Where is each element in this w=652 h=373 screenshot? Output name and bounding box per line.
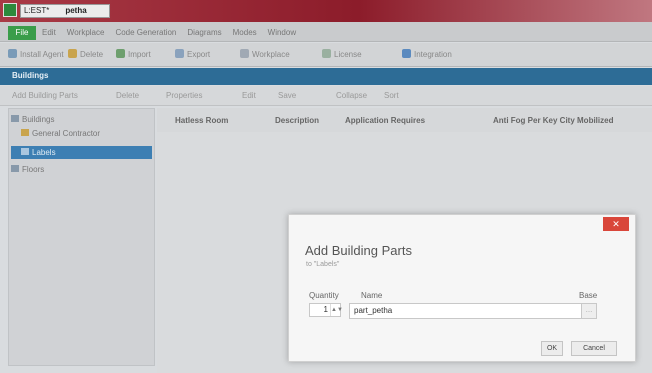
menu-item-modes[interactable]: Modes	[233, 28, 257, 37]
export-icon	[175, 49, 184, 58]
tb-label: License	[334, 50, 362, 59]
license-button[interactable]: License	[322, 48, 362, 62]
tb-label: Export	[187, 50, 211, 59]
tree-item-label: Buildings	[22, 115, 55, 124]
quantity-stepper[interactable]: 1 ▲▼	[309, 303, 343, 317]
collapse-cmd[interactable]: Collapse	[336, 91, 367, 100]
folder-icon	[11, 165, 19, 172]
folder-icon	[11, 115, 19, 122]
base-browse-button[interactable]: …	[581, 303, 597, 319]
delete-cmd[interactable]: Delete	[116, 91, 139, 100]
tb-label: Install Agent	[20, 50, 64, 59]
name-label: Name	[361, 291, 383, 300]
quantity-value: 1	[323, 305, 328, 314]
install-agent-button[interactable]: Install Agent	[8, 48, 64, 62]
dialog-subtitle: to "Labels"	[306, 261, 340, 268]
menu-item-diagrams[interactable]: Diagrams	[187, 28, 221, 37]
title-bar: L:EST* petha	[0, 0, 652, 22]
file-menu[interactable]: File	[8, 26, 36, 40]
menu-bar: File Edit Workplace Code Generation Diagram…	[0, 22, 652, 42]
title-part-2: petha	[65, 6, 87, 15]
integration-icon	[402, 49, 411, 58]
tree-item-buildings[interactable]: Buildings	[11, 113, 54, 126]
edit-cmd[interactable]: Edit	[242, 91, 256, 100]
tb-label: Workplace	[252, 50, 290, 59]
folder-icon	[21, 148, 29, 155]
delete-toolbar-button[interactable]: Delete	[68, 48, 103, 62]
nav-title[interactable]: Buildings	[12, 71, 48, 80]
col-header[interactable]: Application Requires	[345, 116, 425, 125]
tree-item-label: Labels	[32, 148, 56, 157]
base-label: Base	[579, 291, 598, 300]
title-part-1: L:EST*	[24, 6, 50, 15]
menu-items: Edit Workplace Code Generation Diagrams Mode…	[42, 28, 307, 37]
quantity-label: Quantity	[309, 291, 339, 300]
grid-header: Hatless Room Description Application Req…	[157, 108, 652, 132]
export-button[interactable]: Export	[175, 48, 210, 62]
app-logo-icon	[3, 3, 17, 17]
workplace-button[interactable]: Workplace	[240, 48, 290, 62]
col-header[interactable]: Description	[275, 116, 319, 125]
properties-cmd[interactable]: Properties	[166, 91, 202, 100]
menu-item-code-generation[interactable]: Code Generation	[115, 28, 176, 37]
menu-item-workplace[interactable]: Workplace	[67, 28, 105, 37]
folder-icon	[21, 129, 29, 136]
spin-arrows-icon[interactable]: ▲▼	[330, 304, 343, 316]
tree-item-label: General Contractor	[32, 129, 101, 138]
ok-button[interactable]: OK	[541, 341, 563, 356]
tb-label: Import	[128, 50, 151, 59]
import-button[interactable]: Import	[116, 48, 151, 62]
menu-item-window[interactable]: Window	[268, 28, 296, 37]
col-header[interactable]: Anti Fog Per Key City Mobilized	[493, 116, 613, 125]
add-building-parts-cmd[interactable]: Add Building Parts	[12, 91, 78, 100]
cancel-button[interactable]: Cancel	[571, 341, 617, 356]
workplace-icon	[240, 49, 249, 58]
menu-item-edit[interactable]: Edit	[42, 28, 56, 37]
integration-button[interactable]: Integration	[402, 48, 452, 62]
close-button[interactable]: ✕	[603, 217, 629, 231]
sort-cmd[interactable]: Sort	[384, 91, 399, 100]
tree-item-general-contractor[interactable]: General Contractor	[21, 127, 100, 140]
name-field[interactable]: part_petha	[349, 303, 597, 319]
command-bar: Add Building Parts Delete Properties Edi…	[0, 86, 652, 106]
document-title: L:EST* petha	[20, 4, 110, 18]
nav-bar: Buildings	[0, 68, 652, 85]
tb-label: Delete	[80, 50, 104, 59]
col-header[interactable]: Hatless Room	[175, 116, 228, 125]
building-tree: Buildings General Contractor Labels Floo…	[8, 108, 155, 366]
import-icon	[116, 49, 125, 58]
tb-label: Integration	[414, 50, 452, 59]
agent-icon	[8, 49, 17, 58]
toolbar: Install Agent Delete Import Export Workp…	[0, 43, 652, 67]
license-icon	[322, 49, 331, 58]
delete-icon	[68, 49, 77, 58]
tree-item-floors[interactable]: Floors	[11, 163, 44, 176]
save-cmd[interactable]: Save	[278, 91, 296, 100]
dialog-title: Add Building Parts	[305, 243, 412, 258]
add-building-parts-dialog: ✕ Add Building Parts to "Labels" Quantit…	[288, 214, 636, 362]
tree-item-labels[interactable]: Labels	[11, 146, 152, 159]
tree-item-label: Floors	[22, 165, 45, 174]
